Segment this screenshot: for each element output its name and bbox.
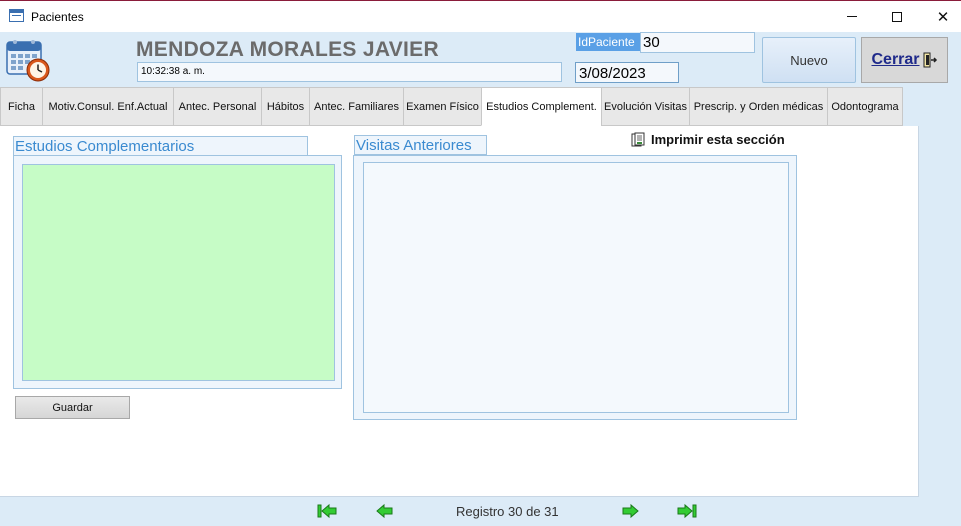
- tab-evolucion-visitas[interactable]: Evolución Visitas: [601, 87, 689, 126]
- id-paciente-label: IdPaciente: [576, 33, 640, 51]
- record-navigation: Registro 30 de 31: [0, 497, 961, 526]
- visitas-frame: [353, 155, 797, 420]
- print-section-button[interactable]: Imprimir esta sección: [631, 132, 785, 147]
- previous-record-icon[interactable]: [374, 502, 396, 520]
- window-titlebar: Pacientes ✕: [0, 0, 961, 32]
- minimize-button[interactable]: [829, 1, 875, 32]
- estudios-text-field[interactable]: [22, 164, 335, 381]
- record-counter: Registro 30 de 31: [456, 504, 559, 519]
- estudios-section-label: Estudios Complementarios: [13, 136, 308, 156]
- tab-habitos[interactable]: Hábitos: [261, 87, 309, 126]
- print-section-label: Imprimir esta sección: [651, 132, 785, 147]
- minimize-icon: [847, 16, 857, 17]
- id-paciente-field[interactable]: 30: [640, 32, 755, 53]
- tab-estudios-complementarios[interactable]: Estudios Complement.: [481, 87, 601, 126]
- patient-header: MENDOZA MORALES JAVIER 10:32:38 a. m. Id…: [0, 32, 961, 87]
- exit-door-icon: [923, 52, 937, 68]
- tab-examen-fisico[interactable]: Examen Físico: [403, 87, 481, 126]
- maximize-icon: [892, 11, 902, 22]
- print-document-icon: [631, 132, 645, 147]
- maximize-button[interactable]: [874, 1, 920, 32]
- tab-strip: Ficha Motiv.Consul. Enf.Actual Antec. Pe…: [0, 87, 903, 126]
- close-form-button[interactable]: Cerrar: [861, 37, 948, 83]
- date-field[interactable]: 3/08/2023: [575, 62, 679, 83]
- tab-content-estudios: Estudios Complementarios Visitas Anterio…: [0, 126, 919, 497]
- tab-odontograma[interactable]: Odontograma: [827, 87, 903, 126]
- estudios-frame: [13, 155, 342, 389]
- tab-prescripciones[interactable]: Prescrip. y Orden médicas: [689, 87, 827, 126]
- current-time: 10:32:38 a. m.: [137, 62, 562, 82]
- save-button[interactable]: Guardar: [15, 396, 130, 419]
- visitas-list[interactable]: [363, 162, 789, 413]
- tab-ficha[interactable]: Ficha: [0, 87, 42, 126]
- first-record-icon[interactable]: [316, 502, 338, 520]
- tab-antecedentes-personales[interactable]: Antec. Personal: [173, 87, 261, 126]
- app-form-icon: [9, 9, 24, 22]
- tab-motivo-consulta[interactable]: Motiv.Consul. Enf.Actual: [42, 87, 173, 126]
- close-window-button[interactable]: ✕: [920, 1, 961, 32]
- window-title: Pacientes: [31, 10, 84, 24]
- visitas-section-label: Visitas Anteriores: [354, 135, 487, 155]
- new-patient-button[interactable]: Nuevo: [762, 37, 856, 83]
- last-record-icon[interactable]: [676, 502, 698, 520]
- next-record-icon[interactable]: [619, 502, 641, 520]
- close-form-label: Cerrar: [871, 51, 920, 68]
- calendar-clock-icon: [6, 40, 50, 82]
- tab-antecedentes-familiares[interactable]: Antec. Familiares: [309, 87, 403, 126]
- patient-name: MENDOZA MORALES JAVIER: [136, 38, 439, 61]
- close-icon: ✕: [936, 8, 950, 26]
